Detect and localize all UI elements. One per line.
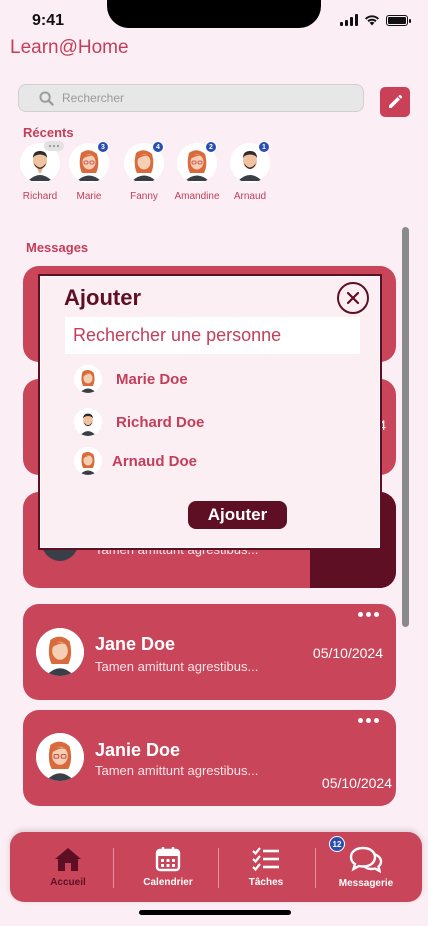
unread-badge: 3: [97, 141, 109, 153]
conversation-name: Jane Doe: [95, 634, 176, 654]
nav-label: Tâches: [248, 877, 284, 888]
person-option[interactable]: Marie Doe: [74, 365, 188, 393]
add-button[interactable]: Ajouter: [188, 501, 287, 529]
conversation-card[interactable]: Jane Doe Tamen amittunt agrestibus... 05…: [23, 604, 396, 700]
person-name: Richard Doe: [116, 413, 205, 431]
nav-item-calendrier[interactable]: Calendrier: [128, 832, 208, 902]
recent-name: Amandine: [174, 191, 220, 202]
recent-name: Arnaud: [233, 191, 267, 202]
home-icon: [55, 848, 81, 871]
home-indicator: [139, 910, 291, 915]
nav-item-taches[interactable]: Tâches: [226, 832, 306, 902]
search-placeholder: Rechercher: [62, 91, 125, 105]
avatar: 3: [69, 141, 109, 183]
more-options-icon[interactable]: [358, 612, 379, 617]
recent-contact-fanny[interactable]: 4 Fanny: [119, 141, 169, 202]
conversation-date: 05/10/2024: [312, 645, 383, 661]
recent-contact-arnaud[interactable]: 1 Arnaud: [225, 141, 275, 202]
conversation-name: Janie Doe: [95, 740, 181, 760]
recents-label: Récents: [23, 125, 74, 140]
close-button[interactable]: [337, 282, 369, 314]
modal-title: Ajouter: [64, 285, 141, 310]
nav-divider: [218, 848, 219, 888]
pencil-icon: [389, 94, 403, 108]
device-notch: [107, 0, 321, 28]
person-search-input[interactable]: Rechercher une personne: [65, 317, 360, 354]
recent-contact-richard[interactable]: Richard: [15, 141, 65, 202]
messagerie-badge: 12: [329, 836, 345, 852]
unread-badge: 1: [258, 141, 270, 153]
avatar: [74, 365, 102, 393]
unread-badge: 4: [152, 141, 164, 153]
search-icon: [39, 90, 54, 106]
avatar: [20, 141, 64, 183]
person-name: Marie Doe: [116, 370, 188, 388]
person-option[interactable]: Arnaud Doe: [74, 447, 197, 475]
new-message-button[interactable]: [380, 87, 410, 117]
scrollbar[interactable]: [402, 227, 409, 627]
conversation-preview: Tamen amittunt agrestibus...: [95, 659, 259, 674]
person-name: Arnaud Doe: [112, 452, 198, 470]
nav-divider: [315, 848, 316, 888]
signal-icon: [340, 14, 358, 26]
chat-icon: [349, 846, 383, 873]
avatar: 1: [230, 141, 270, 183]
avatar: 2: [177, 141, 217, 183]
messages-label: Messages: [26, 240, 89, 255]
conversation-card[interactable]: Janie Doe Tamen amittunt agrestibus... 0…: [23, 710, 396, 806]
typing-indicator: [44, 141, 64, 151]
recent-name: Marie: [76, 191, 102, 202]
calendar-icon: [155, 847, 181, 872]
conversation-preview: Tamen amittunt agrestibus...: [95, 763, 259, 778]
avatar: [36, 628, 84, 676]
search-bar[interactable]: Rechercher: [18, 84, 364, 112]
nav-divider: [113, 848, 114, 888]
more-options-icon[interactable]: [358, 718, 379, 723]
recent-name: Fanny: [130, 191, 158, 202]
bottom-navigation: Accueil Calendrier Tâches Messagerie: [10, 832, 422, 902]
tasks-icon: [252, 847, 279, 872]
avatar: [74, 447, 102, 475]
avatar: [36, 733, 84, 781]
status-icons: [340, 14, 411, 26]
app-title: Learn@Home: [10, 37, 129, 58]
recent-contact-amandine[interactable]: 2 Amandine: [172, 141, 222, 202]
nav-item-accueil[interactable]: Accueil: [28, 832, 108, 902]
add-person-modal: Ajouter Rechercher une personne Marie Do…: [38, 274, 382, 550]
recent-name: Richard: [22, 191, 58, 202]
recent-contact-marie[interactable]: 3 Marie: [64, 141, 114, 202]
nav-label: Messagerie: [338, 878, 394, 889]
conversation-date: 05/10/2024: [321, 775, 392, 791]
nav-label: Accueil: [50, 877, 86, 888]
avatar: 4: [124, 141, 164, 183]
nav-label: Calendrier: [143, 877, 193, 888]
unread-badge: 2: [205, 141, 217, 153]
wifi-icon: [365, 15, 379, 26]
avatar: [74, 408, 102, 436]
battery-icon: [386, 14, 411, 26]
close-icon: [346, 291, 360, 305]
person-option[interactable]: Richard Doe: [74, 408, 204, 436]
status-time: 9:41: [32, 12, 65, 29]
